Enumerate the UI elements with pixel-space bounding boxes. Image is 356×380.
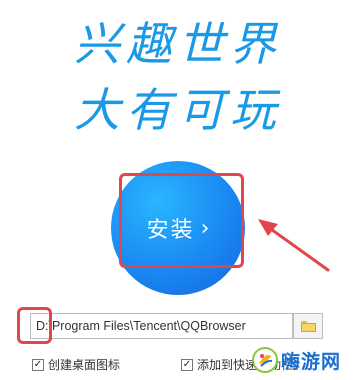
slogan-line-1: 兴趣世界 <box>74 17 282 71</box>
watermark-logo-icon <box>252 347 278 373</box>
chevron-right-icon: › <box>200 215 210 241</box>
slogan-line-2: 大有可玩 <box>74 83 282 137</box>
folder-icon <box>300 320 316 332</box>
quick-launch-checkbox[interactable]: ✓ <box>181 358 193 371</box>
desktop-icon-label: 创建桌面图标 <box>48 358 121 372</box>
desktop-icon-checkbox[interactable]: ✓ <box>32 358 44 371</box>
desktop-icon-option[interactable]: ✓ 创建桌面图标 <box>32 356 120 373</box>
install-button[interactable]: 安装 › <box>111 161 245 295</box>
browse-folder-button[interactable] <box>293 313 323 339</box>
watermark-text: 嗨游网 <box>281 350 342 373</box>
install-path-input[interactable] <box>30 313 293 339</box>
install-button-label: 安装 <box>146 218 195 243</box>
watermark: 嗨游网 <box>252 340 356 380</box>
